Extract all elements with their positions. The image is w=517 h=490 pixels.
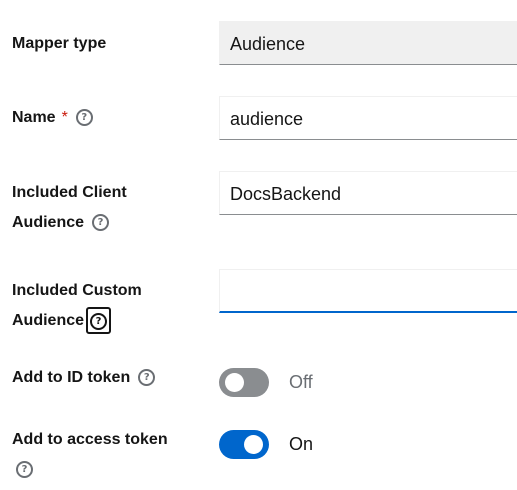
switch-knob bbox=[225, 373, 244, 392]
name-label: Name *? bbox=[12, 103, 93, 133]
included-custom-audience-input[interactable] bbox=[219, 269, 517, 313]
name-input[interactable]: audience bbox=[219, 96, 517, 140]
help-circle-icon[interactable]: ? bbox=[92, 214, 110, 232]
help-circle-icon[interactable]: ? bbox=[16, 461, 33, 479]
add-to-id-token-switch[interactable] bbox=[219, 368, 269, 397]
mapper-type-value: Audience bbox=[230, 34, 306, 54]
help-focus-ring[interactable]: ? bbox=[86, 307, 112, 335]
help-circle-icon[interactable]: ? bbox=[138, 369, 156, 387]
help-circle-icon[interactable]: ? bbox=[90, 312, 108, 330]
add-to-access-token-label: Add to access token ? bbox=[12, 425, 168, 485]
add-to-access-token-state: On bbox=[289, 434, 314, 454]
mapper-type-label: Mapper type bbox=[12, 35, 107, 52]
add-to-access-token-switch[interactable] bbox=[219, 430, 269, 459]
add-to-id-token-state: Off bbox=[289, 372, 313, 392]
included-client-audience-input[interactable]: DocsBackend bbox=[219, 171, 517, 215]
included-client-audience-label: Included Client Audience? bbox=[12, 184, 127, 232]
switch-knob bbox=[244, 435, 263, 454]
included-client-audience-value: DocsBackend bbox=[230, 184, 342, 204]
required-indicator: * bbox=[61, 109, 68, 126]
help-circle-icon[interactable]: ? bbox=[75, 109, 93, 127]
name-input-value: audience bbox=[230, 109, 304, 129]
add-to-id-token-label: Add to ID token? bbox=[12, 363, 156, 393]
mapper-type-field: Audience bbox=[219, 21, 517, 65]
included-custom-audience-label: Included Custom Audience? bbox=[12, 276, 142, 336]
